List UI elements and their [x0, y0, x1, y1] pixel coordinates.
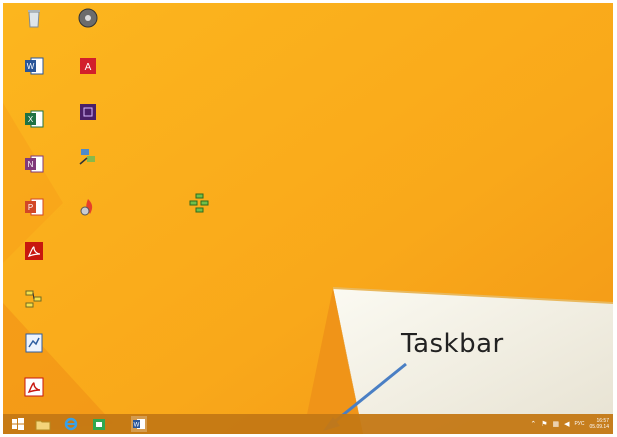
bpwin-shortcut[interactable] [6, 288, 62, 315]
powerpoint-shortcut[interactable]: P [6, 196, 62, 223]
adobe-app-manager-shortcut[interactable]: A [60, 55, 116, 82]
adobe-icon: A [80, 58, 96, 74]
premiere-shortcut[interactable] [60, 101, 116, 128]
document-chart-icon [25, 333, 43, 353]
word-taskbar-icon[interactable]: W [131, 416, 147, 432]
word-icon: W [25, 57, 44, 75]
recycle-bin-shortcut[interactable] [6, 7, 62, 34]
project-tree-shortcut[interactable] [171, 192, 227, 219]
volume-icon[interactable]: ◀ [564, 420, 569, 428]
desktop[interactable]: W X N P A Taskbar W ⌃ ⚑ ▦ ◀ РУС 16:57 05… [3, 3, 613, 434]
file-explorer-taskbar-icon[interactable] [35, 416, 51, 432]
disc-icon [78, 8, 98, 28]
recycle-bin-icon [28, 10, 40, 28]
powerpoint-icon: P [25, 198, 44, 216]
diagram-tool-icon [25, 290, 42, 308]
flag-icon[interactable]: ⚑ [541, 420, 547, 428]
cd-burner-shortcut[interactable] [60, 7, 116, 34]
burn-disc-icon [80, 199, 93, 216]
svg-text:X: X [28, 115, 34, 124]
taskbar-annotation-label: Taskbar [401, 329, 504, 359]
premiere-icon [80, 104, 96, 120]
onenote-shortcut[interactable]: N [6, 153, 62, 180]
acrobat-reader-shortcut[interactable] [6, 240, 62, 267]
excel-shortcut[interactable]: X [6, 108, 62, 135]
taskbar[interactable]: W ⌃ ⚑ ▦ ◀ РУС 16:57 05.09.14 [3, 414, 613, 434]
word-shortcut[interactable]: W [6, 55, 62, 82]
clock-date: 05.09.14 [589, 424, 609, 430]
windows-tools-shortcut[interactable] [60, 146, 116, 173]
store-taskbar-icon[interactable] [91, 416, 107, 432]
onenote-icon: N [25, 155, 44, 173]
svg-text:W: W [134, 423, 140, 429]
network-tools-icon [79, 149, 95, 165]
system-tray: ⌃ ⚑ ▦ ◀ РУС 16:57 05.09.14 [530, 417, 609, 431]
acrobat-shortcut[interactable] [6, 376, 62, 403]
input-language-indicator[interactable]: РУС [575, 421, 585, 427]
svg-text:N: N [28, 160, 34, 169]
clock[interactable]: 16:57 05.09.14 [590, 418, 609, 430]
show-hidden-icons-icon[interactable]: ⌃ [530, 420, 536, 428]
pdf-icon [24, 377, 44, 397]
start-button[interactable] [10, 416, 26, 432]
pdf-icon [25, 242, 43, 260]
internet-explorer-taskbar-icon[interactable] [63, 416, 79, 432]
excel-icon: X [25, 110, 44, 128]
network-icon[interactable]: ▦ [553, 420, 560, 428]
tree-diagram-icon [189, 193, 209, 213]
svg-text:W: W [27, 62, 35, 71]
cd-burner-xp-shortcut[interactable] [60, 196, 116, 223]
report-shortcut[interactable] [6, 332, 62, 359]
svg-text:A: A [85, 62, 92, 73]
svg-text:P: P [28, 203, 33, 212]
